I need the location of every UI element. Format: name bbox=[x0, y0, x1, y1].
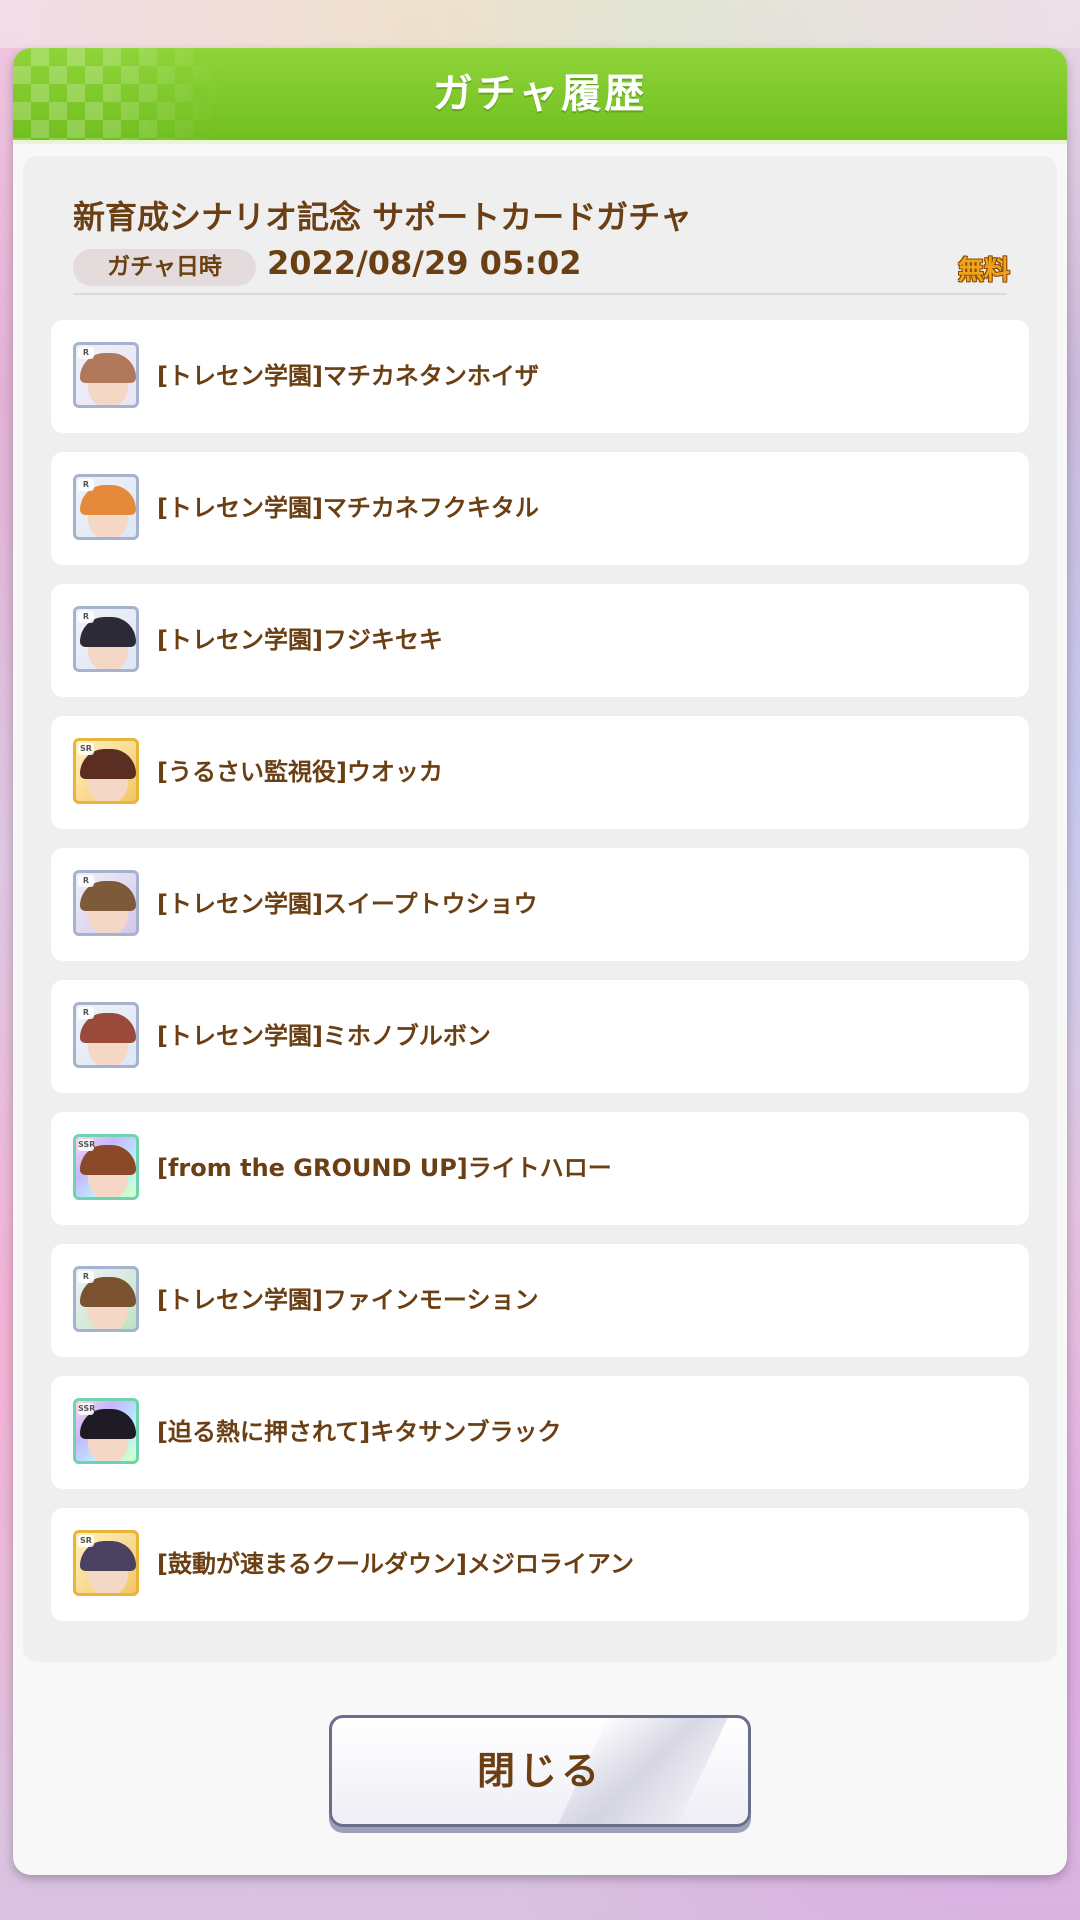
support-card-thumbnail: R bbox=[73, 1266, 139, 1332]
rarity-tag: R bbox=[78, 479, 94, 491]
divider bbox=[73, 293, 1007, 295]
gacha-history-dialog: ガチャ履歴 新育成シナリオ記念 サポートカードガチャ ガチャ日時 2022/08… bbox=[13, 48, 1067, 1875]
list-item: R [トレセン学園]マチカネタンホイザ bbox=[51, 320, 1029, 433]
close-button[interactable]: 閉じる bbox=[329, 1715, 751, 1827]
support-card-name: [from the GROUND UP]ライトハロー bbox=[157, 1154, 612, 1182]
background-top-bar bbox=[0, 0, 1080, 48]
support-card-thumbnail: R bbox=[73, 1002, 139, 1068]
dialog-header: ガチャ履歴 bbox=[13, 48, 1067, 144]
list-item: SR [うるさい監視役]ウオッカ bbox=[51, 716, 1029, 829]
support-card-thumbnail: SR bbox=[73, 738, 139, 804]
dialog-title: ガチャ履歴 bbox=[432, 71, 648, 117]
list-item: R [トレセン学園]マチカネフクキタル bbox=[51, 452, 1029, 565]
support-card-thumbnail: SSR bbox=[73, 1134, 139, 1200]
support-card-thumbnail: SR bbox=[73, 1530, 139, 1596]
list-item: SSR [from the GROUND UP]ライトハロー bbox=[51, 1112, 1029, 1225]
rarity-tag: R bbox=[78, 1007, 94, 1019]
rarity-tag: SR bbox=[78, 1535, 94, 1547]
result-list: R [トレセン学園]マチカネタンホイザ R [トレセン学園]マチカネフクキタル R [トレ… bbox=[51, 320, 1029, 1640]
list-item: SR [鼓動が速まるクールダウン]メジロライアン bbox=[51, 1508, 1029, 1621]
rarity-tag: R bbox=[78, 347, 94, 359]
support-card-name: [トレセン学園]フジキセキ bbox=[157, 626, 443, 654]
rarity-tag: R bbox=[78, 1271, 94, 1283]
support-card-name: [トレセン学園]マチカネタンホイザ bbox=[157, 362, 539, 390]
rarity-tag: SR bbox=[78, 743, 94, 755]
support-card-thumbnail: R bbox=[73, 474, 139, 540]
support-card-thumbnail: SSR bbox=[73, 1398, 139, 1464]
rarity-tag: R bbox=[78, 611, 94, 623]
support-card-thumbnail: R bbox=[73, 342, 139, 408]
support-card-name: [トレセン学園]スイープトウショウ bbox=[157, 890, 538, 918]
support-card-thumbnail: R bbox=[73, 870, 139, 936]
gacha-name: 新育成シナリオ記念 サポートカードガチャ bbox=[73, 198, 692, 236]
close-button-label: 閉じる bbox=[476, 1749, 603, 1793]
rarity-tag: SSR bbox=[78, 1139, 96, 1151]
date-label: ガチャ日時 bbox=[73, 249, 256, 286]
list-item: R [トレセン学園]ミホノブルボン bbox=[51, 980, 1029, 1093]
list-item: SSR [迫る熱に押されて]キタサンブラック bbox=[51, 1376, 1029, 1489]
rarity-tag: R bbox=[78, 875, 94, 887]
support-card-name: [鼓動が速まるクールダウン]メジロライアン bbox=[157, 1550, 634, 1578]
list-item: R [トレセン学園]スイープトウショウ bbox=[51, 848, 1029, 961]
support-card-name: [トレセン学園]ファインモーション bbox=[157, 1286, 539, 1314]
date-value: 2022/08/29 05:02 bbox=[267, 244, 582, 282]
cost-badge: 無料 bbox=[958, 256, 1011, 286]
support-card-name: [トレセン学園]マチカネフクキタル bbox=[157, 494, 539, 522]
list-item: R [トレセン学園]ファインモーション bbox=[51, 1244, 1029, 1357]
rarity-tag: SSR bbox=[78, 1403, 96, 1415]
list-item: R [トレセン学園]フジキセキ bbox=[51, 584, 1029, 697]
support-card-name: [トレセン学園]ミホノブルボン bbox=[157, 1022, 491, 1050]
support-card-name: [うるさい監視役]ウオッカ bbox=[157, 758, 443, 786]
history-panel: 新育成シナリオ記念 サポートカードガチャ ガチャ日時 2022/08/29 05… bbox=[23, 156, 1057, 1662]
support-card-name: [迫る熱に押されて]キタサンブラック bbox=[157, 1418, 562, 1446]
support-card-thumbnail: R bbox=[73, 606, 139, 672]
